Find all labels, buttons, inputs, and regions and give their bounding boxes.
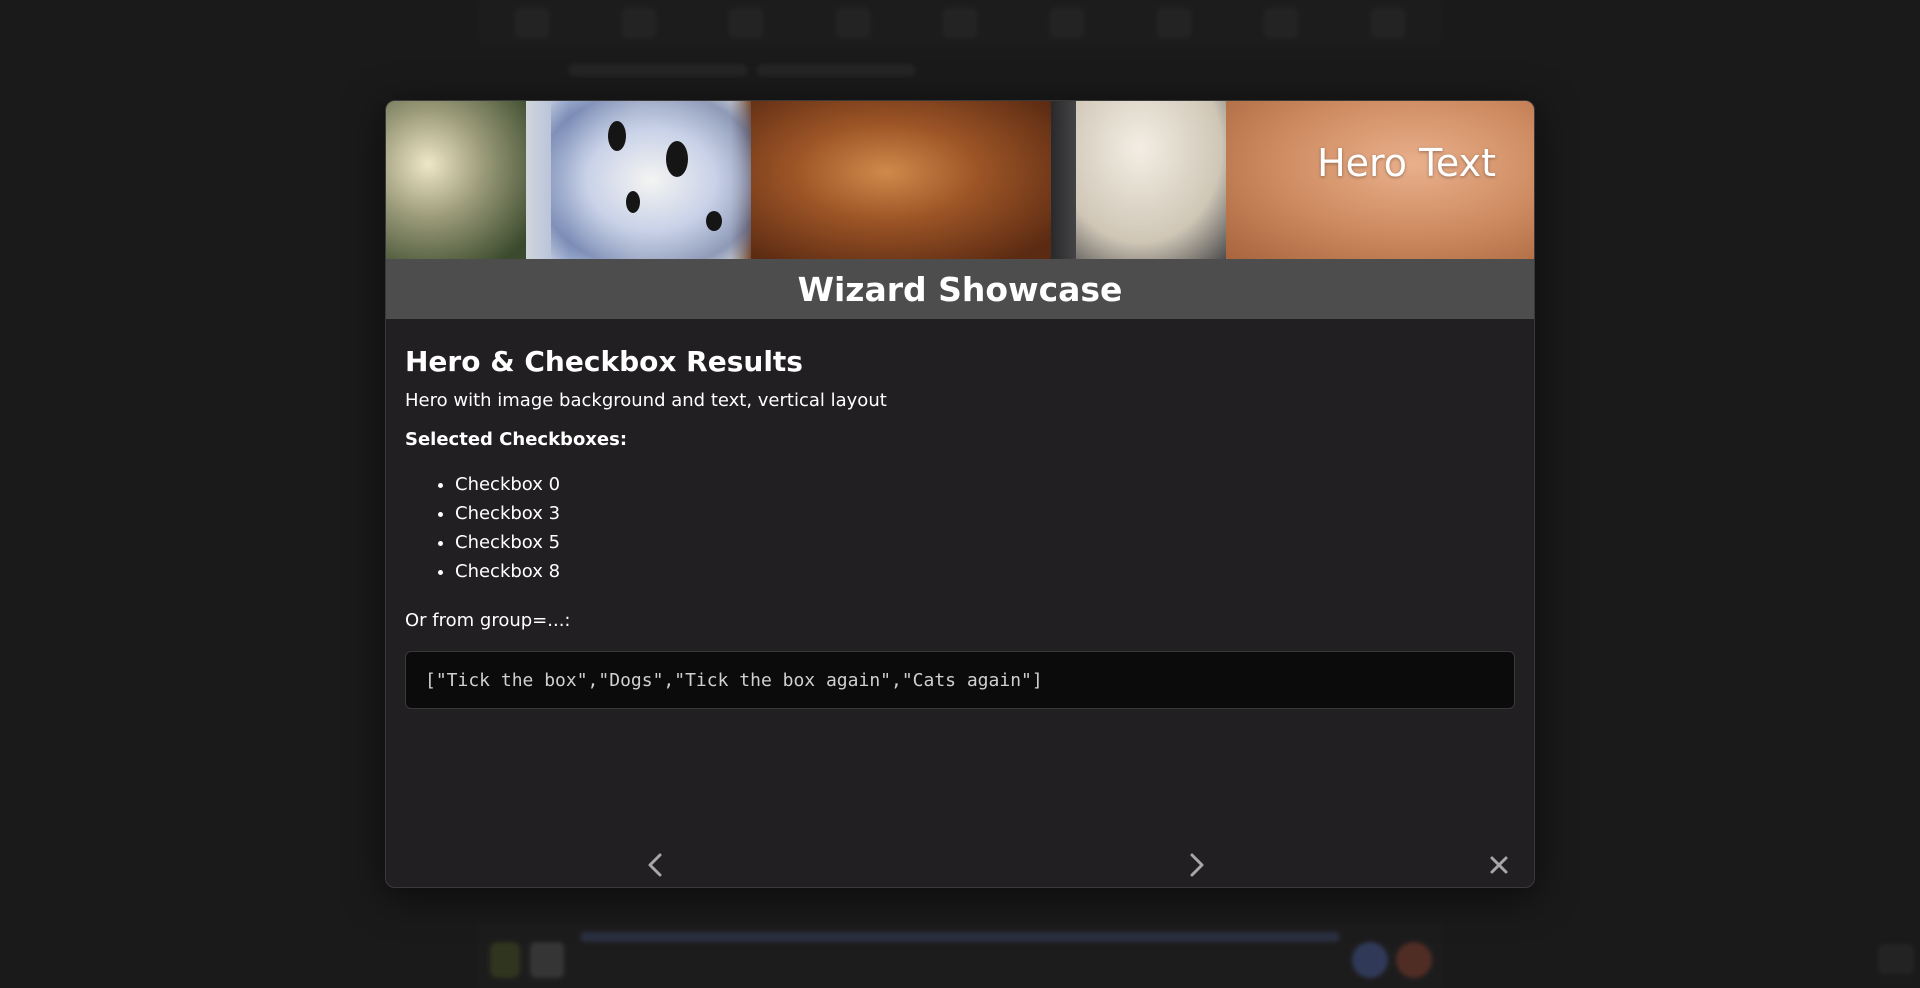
group-label: Or from group=...: — [405, 610, 571, 631]
hero-text: Hero Text — [1317, 141, 1496, 185]
hero-image-spot — [706, 211, 722, 231]
hero-image-region — [751, 101, 1051, 259]
close-icon[interactable] — [1484, 850, 1514, 880]
wizard-modal: Hero Text Wizard Showcase Hero & Checkbo… — [385, 100, 1535, 888]
wizard-title-bar: Wizard Showcase — [386, 259, 1534, 319]
hero-image-spot — [608, 121, 626, 151]
group-value-code: ["Tick the box","Dogs","Tick the box aga… — [405, 651, 1515, 709]
results-description: Hero with image background and text, ver… — [405, 390, 887, 411]
selected-checkboxes-label: Selected Checkboxes: — [405, 429, 628, 450]
list-item: Checkbox 8 — [455, 557, 1515, 586]
hero-image-region — [1076, 101, 1236, 259]
selected-checkboxes-list: Checkbox 0 Checkbox 3 Checkbox 5 Checkbo… — [455, 470, 1515, 586]
hero-image-spot — [666, 141, 688, 177]
list-item: Checkbox 5 — [455, 528, 1515, 557]
list-item: Checkbox 0 — [455, 470, 1515, 499]
chevron-left-icon[interactable] — [640, 850, 670, 880]
wizard-content: Hero & Checkbox Results Hero with image … — [386, 319, 1534, 709]
hero-image-spot — [626, 191, 640, 213]
chevron-right-icon[interactable] — [1182, 850, 1212, 880]
hero-image-region — [386, 101, 526, 259]
hero-banner: Hero Text — [386, 101, 1534, 259]
hero-image-region — [551, 101, 751, 259]
results-heading: Hero & Checkbox Results — [405, 345, 803, 378]
list-item: Checkbox 3 — [455, 499, 1515, 528]
wizard-title: Wizard Showcase — [797, 269, 1123, 309]
